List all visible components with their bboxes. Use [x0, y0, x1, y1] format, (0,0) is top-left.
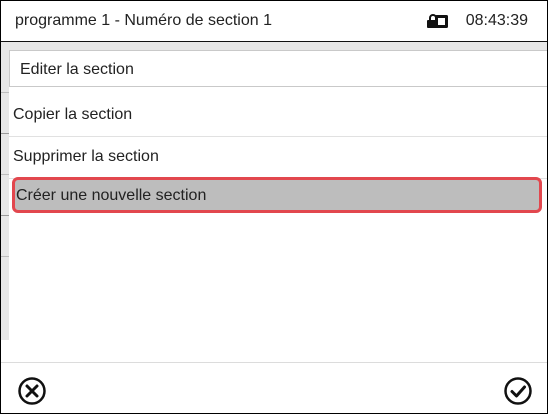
menu-item-create-section[interactable]: Créer une nouvelle section	[12, 177, 542, 213]
menu-item-label: Editer la section	[20, 61, 134, 78]
close-circle-icon[interactable]	[17, 376, 47, 406]
menu-item-label: Copier la section	[13, 106, 133, 123]
title-bar: programme 1 - Numéro de section 1 08:43:…	[1, 1, 547, 42]
clock: 08:43:39	[465, 12, 528, 29]
context-menu: Editer la section Copier la section Supp…	[9, 50, 547, 362]
lock-icon	[427, 14, 448, 28]
page-title: programme 1 - Numéro de section 1	[15, 12, 272, 29]
row-divider	[1, 215, 9, 216]
row-divider	[1, 133, 9, 134]
menu-item-delete-section[interactable]: Supprimer la section	[9, 137, 547, 179]
row-divider	[1, 174, 9, 175]
menu-item-copy-section[interactable]: Copier la section	[9, 95, 547, 137]
menu-item-label: Supprimer la section	[13, 148, 159, 165]
row-divider	[1, 256, 9, 257]
screen-frame: programme 1 - Numéro de section 1 08:43:…	[0, 0, 548, 414]
check-circle-icon[interactable]	[503, 376, 533, 406]
menu-item-label: Créer une nouvelle section	[16, 187, 207, 204]
row-divider	[1, 92, 9, 93]
action-bar	[1, 362, 547, 413]
menu-item-edit-section[interactable]: Editer la section	[9, 50, 547, 87]
